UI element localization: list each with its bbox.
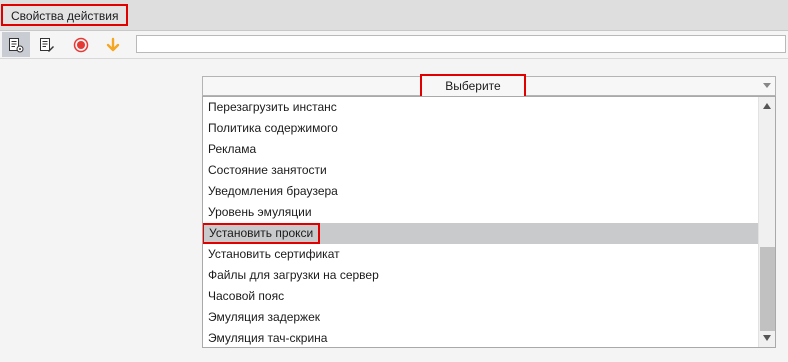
list-item[interactable]: Файлы для загрузки на сервер xyxy=(203,265,759,286)
chevron-down-icon[interactable] xyxy=(763,83,771,88)
panel-title-bar: Свойства действия xyxy=(0,0,788,31)
action-name-input[interactable] xyxy=(136,35,786,53)
list-item[interactable]: Часовой пояс xyxy=(203,286,759,307)
record-button[interactable] xyxy=(67,32,95,57)
scroll-down-icon[interactable] xyxy=(763,335,771,341)
properties-settings-icon xyxy=(9,37,24,52)
list-item[interactable]: Установить сертификат xyxy=(203,244,759,265)
action-dropdown-list: Перезагрузить инстанс Политика содержимо… xyxy=(202,96,776,348)
arrow-down-icon xyxy=(106,37,120,51)
selected-item-label: Установить прокси xyxy=(203,223,321,244)
move-down-button[interactable] xyxy=(99,32,127,57)
scrollbar-thumb[interactable] xyxy=(760,247,775,331)
list-item[interactable]: Уведомления браузера xyxy=(203,181,759,202)
list-item[interactable]: Политика содержимого xyxy=(203,118,759,139)
list-item[interactable]: Эмуляция задержек xyxy=(203,307,759,328)
edit-document-button[interactable] xyxy=(33,32,61,57)
panel-title[interactable]: Свойства действия xyxy=(1,4,129,26)
action-select[interactable]: Выберите действие xyxy=(202,74,776,113)
record-icon xyxy=(73,37,89,52)
list-item[interactable]: Уровень эмуляции xyxy=(203,202,759,223)
list-item[interactable]: Эмуляция тач-скрина xyxy=(203,328,759,347)
properties-settings-button[interactable] xyxy=(2,32,30,57)
dropdown-scrollbar[interactable] xyxy=(758,97,775,347)
list-item[interactable]: Перезагрузить инстанс xyxy=(203,97,759,118)
list-item-selected[interactable]: Установить прокси xyxy=(203,223,759,244)
edit-document-icon xyxy=(40,37,54,52)
toolbar xyxy=(0,31,788,59)
action-select-value: Выберите действие xyxy=(420,74,526,113)
list-item[interactable]: Состояние занятости xyxy=(203,160,759,181)
list-item[interactable]: Реклама xyxy=(203,139,759,160)
scroll-up-icon[interactable] xyxy=(763,103,771,109)
